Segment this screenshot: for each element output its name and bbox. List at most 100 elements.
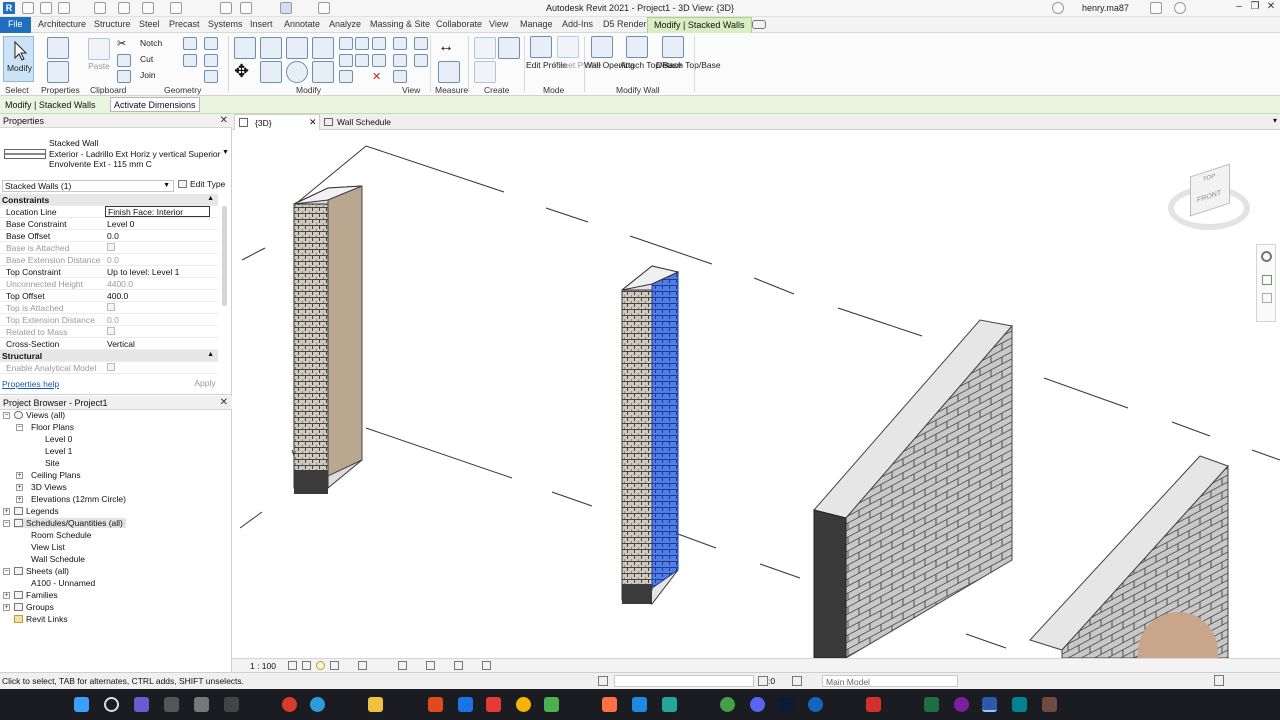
trim-extend-icon[interactable] <box>372 54 386 67</box>
tab-modify-stacked-walls[interactable]: Modify | Stacked Walls <box>647 17 752 33</box>
type-selector[interactable]: Stacked Wall Exterior - Ladrillo Ext Hor… <box>0 129 232 177</box>
filter-icon[interactable] <box>1214 675 1224 686</box>
activate-dimensions-button[interactable]: Activate Dimensions <box>110 97 200 112</box>
prop-cross-section[interactable]: Cross-Section Vertical <box>0 338 218 350</box>
create-assembly-icon[interactable] <box>474 37 496 59</box>
search-icon[interactable] <box>104 697 119 712</box>
notch-label[interactable]: Notch <box>140 38 162 48</box>
instance-filter-dropdown[interactable]: Stacked Walls (1) ▼ <box>2 180 174 192</box>
close-browser-icon[interactable]: ✕ <box>220 397 228 408</box>
split-gap-icon[interactable] <box>355 37 369 50</box>
collapse-icon[interactable]: ▲ <box>207 195 214 202</box>
design-options-icon[interactable] <box>792 676 802 686</box>
collapse-toggle[interactable]: − <box>16 424 23 431</box>
align-icon[interactable] <box>234 37 256 59</box>
view-paint-icon[interactable] <box>393 70 407 83</box>
paste-icon[interactable] <box>88 38 110 60</box>
tree-groups[interactable]: Groups <box>14 602 54 612</box>
view-linework-icon[interactable] <box>414 37 428 50</box>
user-name[interactable]: henry.ma87 <box>1082 3 1129 13</box>
section-structural[interactable]: Structural ▲ <box>0 350 218 362</box>
chrome-icon[interactable] <box>516 697 531 712</box>
tree-sheets[interactable]: Sheets (all) <box>14 566 69 576</box>
delete-icon[interactable]: ✕ <box>372 70 386 83</box>
prop-value[interactable]: Up to level: Level 1 <box>107 267 179 277</box>
attach-label[interactable]: Attach Top/Base <box>620 60 682 70</box>
tab-manage[interactable]: Manage <box>520 19 553 29</box>
view-cube[interactable]: TOP FRONT <box>1168 163 1250 236</box>
tree-schedules[interactable]: Schedules/Quantities (all) <box>14 518 126 528</box>
zoom-icon[interactable] <box>1262 275 1272 285</box>
chevron-down-icon[interactable]: ▼ <box>222 149 229 156</box>
type-properties-icon[interactable] <box>47 61 69 83</box>
help-icon[interactable] <box>1174 2 1186 14</box>
app-icon[interactable] <box>428 697 443 712</box>
view-tab-3d[interactable]: {3D} ✕ <box>234 114 320 130</box>
editable-only-icon[interactable] <box>758 676 768 686</box>
attach-top-base-icon[interactable] <box>626 36 648 58</box>
expand-toggle[interactable]: + <box>3 592 10 599</box>
search-icon[interactable] <box>1052 2 1064 14</box>
prop-top-offset[interactable]: Top Offset 400.0 <box>0 290 218 302</box>
measure-along-icon[interactable] <box>438 61 460 83</box>
tab-systems[interactable]: Systems <box>208 19 243 29</box>
worksets-icon[interactable] <box>598 676 608 686</box>
trim-icon[interactable] <box>312 61 334 83</box>
tree-view-list[interactable]: View List <box>31 542 65 552</box>
design-option-dropdown[interactable]: Main Model <box>822 675 958 687</box>
close-tab-icon[interactable]: ✕ <box>309 117 317 128</box>
modify-button[interactable]: Modify <box>3 36 34 82</box>
apply-button[interactable]: Apply <box>186 378 224 390</box>
app-icon[interactable] <box>808 697 823 712</box>
app-icon[interactable] <box>1012 697 1027 712</box>
app-icon[interactable] <box>1042 697 1057 712</box>
view-tab-wall-schedule[interactable]: Wall Schedule <box>322 114 422 130</box>
properties-icon[interactable] <box>47 37 69 59</box>
detach-top-base-icon[interactable] <box>662 36 684 58</box>
tabs-menu-icon[interactable]: ▾ <box>1273 116 1277 125</box>
geometry-tool-3-icon[interactable] <box>183 54 197 67</box>
collapse-toggle[interactable]: − <box>3 412 10 419</box>
collapse-toggle[interactable]: − <box>3 520 10 527</box>
wall-center-right[interactable] <box>813 319 1013 658</box>
prop-analytical-model[interactable]: Enable Analytical Model <box>0 362 218 374</box>
prop-value[interactable]: Finish Face: Interior <box>105 206 210 217</box>
tab-insert[interactable]: Insert <box>250 19 273 29</box>
tree-room-schedule[interactable]: Room Schedule <box>31 530 91 540</box>
app-icon[interactable] <box>194 697 209 712</box>
3d-model-drawing[interactable] <box>232 130 1280 658</box>
prop-value[interactable]: 400.0 <box>107 291 128 301</box>
view-hide-icon[interactable] <box>393 37 407 50</box>
collapse-toggle[interactable]: − <box>3 568 10 575</box>
prop-value[interactable]: Vertical <box>107 339 135 349</box>
geometry-tool-2-icon[interactable] <box>204 37 218 50</box>
properties-scrollbar[interactable] <box>222 206 227 306</box>
excel-icon[interactable] <box>924 697 939 712</box>
expand-toggle[interactable]: + <box>16 472 23 479</box>
prop-value[interactable]: Level 0 <box>107 219 134 229</box>
mail-icon[interactable] <box>458 697 473 712</box>
tab-add-ins[interactable]: Add-Ins <box>562 19 593 29</box>
tree-level-1[interactable]: Level 1 <box>45 446 72 456</box>
edit-profile-label[interactable]: Edit Profile <box>526 60 567 70</box>
app-icon[interactable] <box>602 697 617 712</box>
prop-value[interactable]: 0.0 <box>107 231 119 241</box>
tab-view[interactable]: View <box>489 19 508 29</box>
3d-view-canvas[interactable]: TOP FRONT <box>232 130 1280 658</box>
zoom-extents-icon[interactable] <box>1262 293 1272 303</box>
ribbon-options-icon[interactable] <box>752 20 766 29</box>
revit-icon[interactable] <box>982 697 997 712</box>
checkbox[interactable] <box>107 363 115 373</box>
expand-toggle[interactable]: + <box>16 496 23 503</box>
expand-toggle[interactable]: + <box>16 484 23 491</box>
expand-toggle[interactable]: + <box>3 508 10 515</box>
photoshop-icon[interactable] <box>778 697 793 712</box>
tab-massing-site[interactable]: Massing & Site <box>370 19 430 29</box>
tree-families[interactable]: Families <box>14 590 58 600</box>
discord-icon[interactable] <box>750 697 765 712</box>
app-icon[interactable] <box>310 697 325 712</box>
app-icon[interactable] <box>866 697 881 712</box>
wall-opening-label[interactable]: Wall Opening <box>584 60 635 70</box>
reset-profile-label[interactable]: Reset Profile <box>553 60 602 70</box>
tab-precast[interactable]: Precast <box>169 19 200 29</box>
